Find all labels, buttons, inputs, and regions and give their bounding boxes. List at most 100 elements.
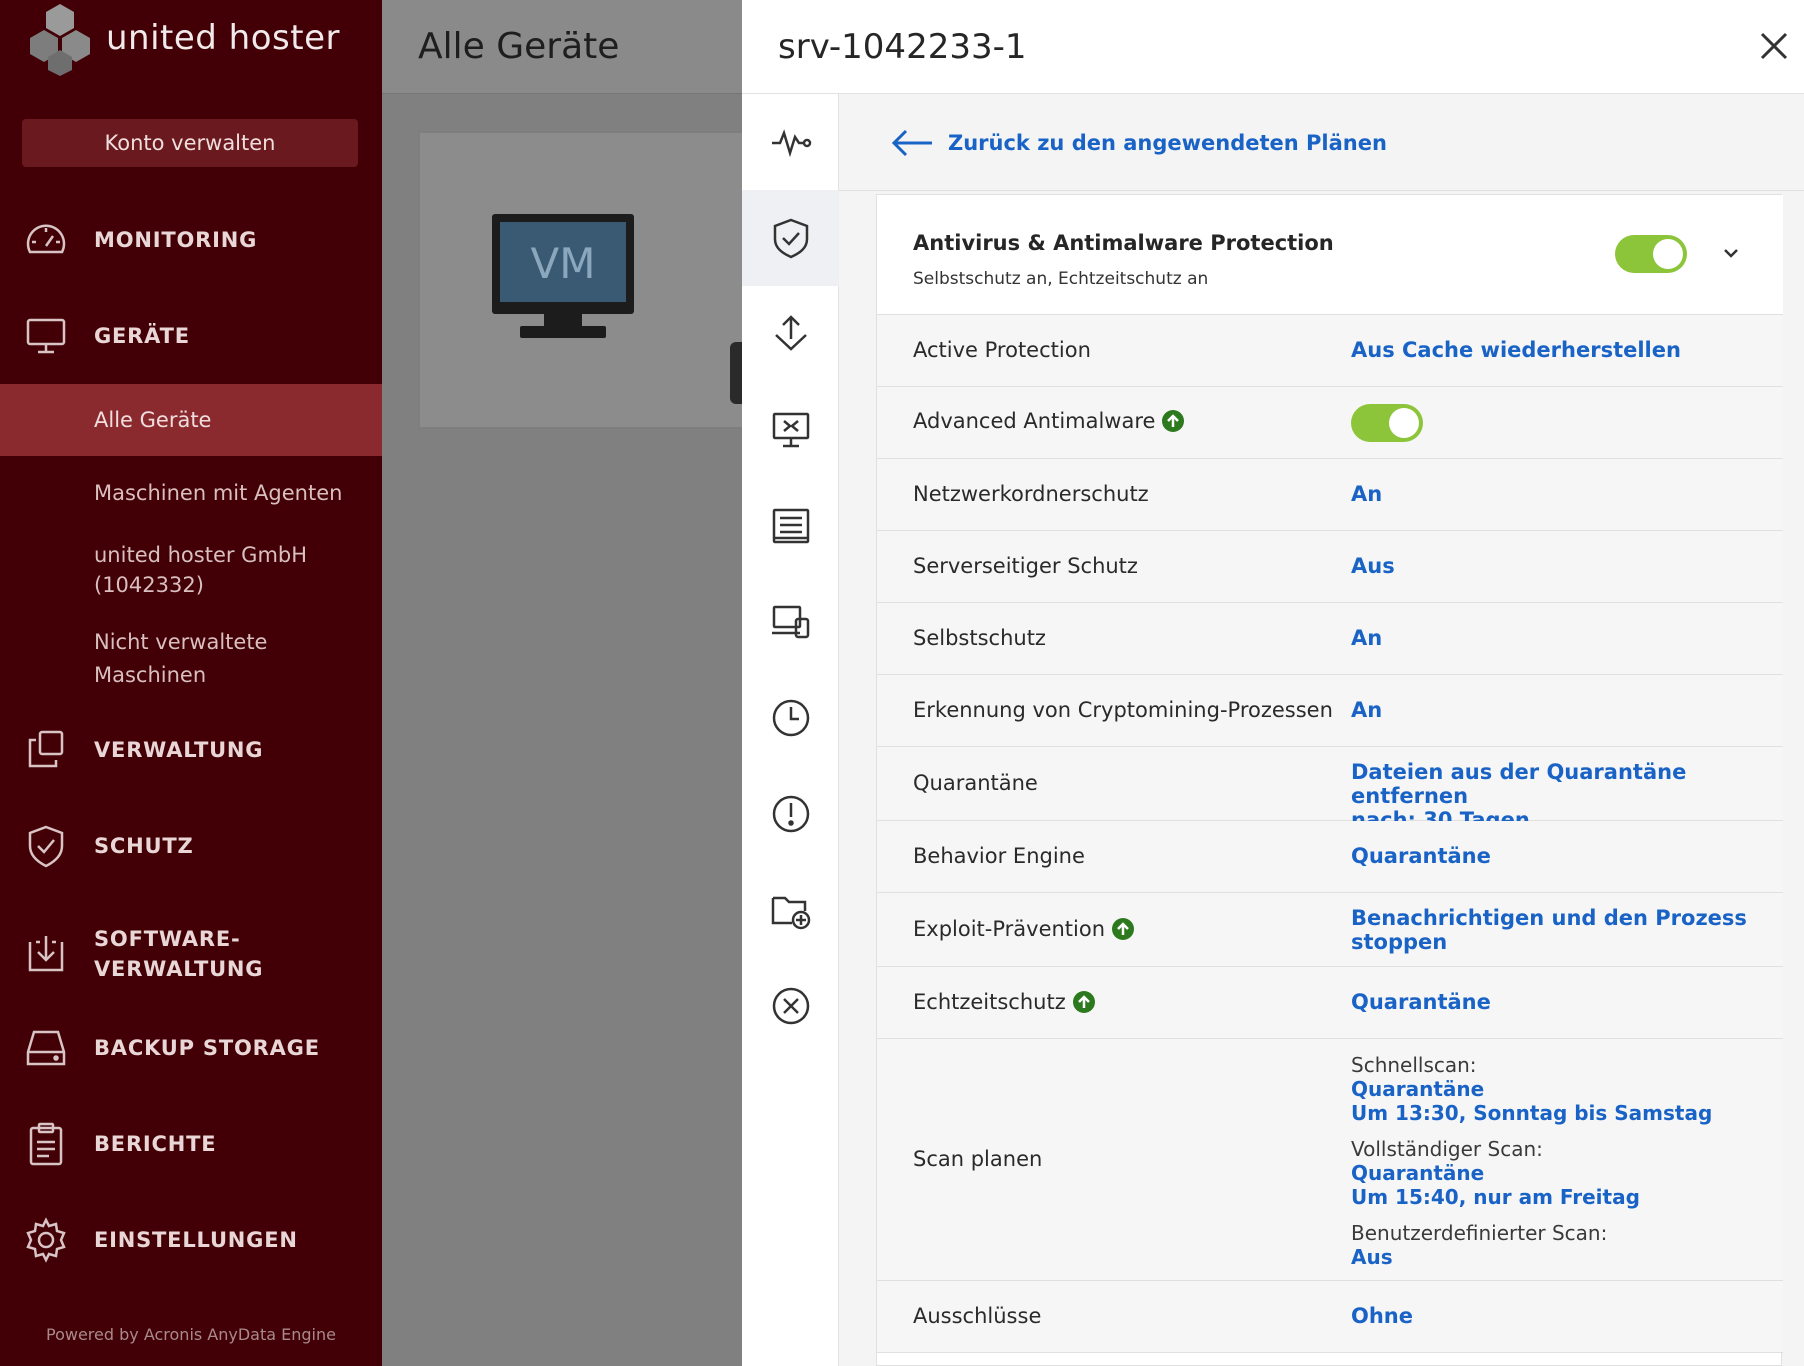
nav-geraete-label: GERÄTE	[94, 324, 190, 348]
setting-value-link[interactable]: Ohne	[1351, 1304, 1761, 1328]
upgrade-arrow-icon[interactable]	[1161, 409, 1185, 433]
setting-row-behavior-engine[interactable]: Behavior Engine Quarantäne	[877, 821, 1783, 893]
page-header: Alle Geräte	[382, 0, 742, 94]
setting-row-server-side[interactable]: Serverseitiger Schutz Aus	[877, 531, 1783, 603]
tab-recovery[interactable]	[742, 286, 839, 382]
sidebar-item-organization[interactable]: united hoster GmbH (1042332)	[0, 540, 382, 600]
arrow-left-icon	[891, 129, 932, 157]
sidebar-item-unmanaged[interactable]: Nicht verwaltete Maschinen	[0, 626, 382, 692]
panel-title: srv-1042233-1	[778, 27, 1027, 67]
advanced-antimalware-toggle[interactable]	[1351, 404, 1423, 442]
nav-einstellungen-label: EINSTELLUNGEN	[94, 1228, 298, 1252]
monitor-icon	[26, 318, 66, 354]
setting-row-active-protection[interactable]: Active Protection Aus Cache wiederherste…	[877, 315, 1783, 387]
setting-value-link[interactable]: Aus Cache wiederherstellen	[1351, 338, 1761, 362]
sidebar-item-label: Nicht verwaltete	[94, 630, 268, 654]
tab-protection[interactable]	[742, 190, 839, 286]
setting-label: Scan planen	[913, 1147, 1043, 1171]
nav-verwaltung[interactable]: VERWALTUNG	[0, 726, 382, 774]
nav-schutz-label: SCHUTZ	[94, 834, 194, 858]
circle-x-icon	[772, 987, 809, 1025]
partial-button[interactable]	[730, 342, 742, 404]
full-scan-action[interactable]: Quarantäne	[1351, 1161, 1771, 1185]
setting-value-link[interactable]: Aus	[1351, 554, 1761, 578]
scan-schedule-details[interactable]: Schnellscan: Quarantäne Um 13:30, Sonnta…	[1351, 1053, 1771, 1269]
activity-pulse-icon	[771, 129, 811, 158]
custom-scan-value[interactable]: Aus	[1351, 1245, 1771, 1269]
tab-inventory[interactable]	[742, 574, 839, 670]
setting-value-line: stoppen	[1351, 930, 1448, 954]
panel-icon-rail	[742, 94, 839, 1366]
setting-row-exclusions[interactable]: Ausschlüsse Ohne	[877, 1281, 1783, 1353]
setting-value-link[interactable]: Benachrichtigen und den Prozess stoppen	[1351, 906, 1761, 954]
nav-einstellungen[interactable]: EINSTELLUNGEN	[0, 1216, 382, 1264]
setting-row-realtime[interactable]: Echtzeitschutz Quarantäne	[877, 967, 1783, 1039]
sidebar-item-all-devices[interactable]: Alle Geräte	[0, 384, 382, 456]
panel-header: srv-1042233-1	[742, 0, 1804, 94]
chevron-down-icon[interactable]	[1719, 241, 1743, 265]
nav-software-label-2: VERWALTUNG	[94, 957, 264, 981]
tab-alerts[interactable]	[742, 766, 839, 862]
sidebar-item-label: Maschinen mit Agenten	[94, 481, 343, 505]
setting-value-link[interactable]: Quarantäne	[1351, 844, 1761, 868]
tab-details[interactable]	[742, 478, 839, 574]
sidebar-item-agents[interactable]: Maschinen mit Agenten	[0, 478, 382, 508]
upgrade-arrow-icon[interactable]	[1111, 917, 1135, 941]
upgrade-arrow-icon[interactable]	[1072, 990, 1096, 1014]
nav-berichte-label: BERICHTE	[94, 1132, 217, 1156]
setting-row-scan-schedule[interactable]: Scan planen Schnellscan: Quarantäne Um 1…	[877, 1039, 1783, 1281]
nav-schutz[interactable]: SCHUTZ	[0, 822, 382, 870]
tab-add-to-group[interactable]	[742, 862, 839, 958]
setting-row-advanced-antimalware[interactable]: Advanced Antimalware	[877, 387, 1783, 459]
setting-label: Echtzeitschutz	[913, 990, 1066, 1014]
remote-desktop-icon	[772, 412, 809, 448]
page-title: Alle Geräte	[418, 26, 620, 67]
setting-row-exploit-prevention[interactable]: Exploit-Prävention Benachrichtigen und d…	[877, 893, 1783, 967]
setting-label: Advanced Antimalware	[913, 409, 1156, 433]
setting-value-link[interactable]: An	[1351, 626, 1761, 650]
card-subtitle: Selbstschutz an, Echtzeitschutz an	[913, 269, 1209, 289]
nav-backup-storage[interactable]: BACKUP STORAGE	[0, 1024, 382, 1072]
logo[interactable]: united hoster	[22, 0, 340, 76]
setting-label: Selbstschutz	[913, 626, 1046, 650]
vm-monitor-icon: VM	[492, 214, 634, 338]
full-scan-time[interactable]: Um 15:40, nur am Freitag	[1351, 1185, 1771, 1209]
antivirus-toggle[interactable]	[1615, 235, 1687, 273]
setting-row-cryptomining[interactable]: Erkennung von Cryptomining-Prozessen An	[877, 675, 1783, 747]
quick-scan-time[interactable]: Um 13:30, Sonntag bis Samstag	[1351, 1101, 1771, 1125]
setting-value-line: Dateien aus der Quarantäne entfernen	[1351, 760, 1687, 808]
nav-geraete[interactable]: GERÄTE	[0, 312, 382, 360]
layers-icon	[28, 730, 64, 768]
setting-row-network-folder[interactable]: Netzwerkordnerschutz An	[877, 459, 1783, 531]
back-to-plans-link[interactable]: Zurück zu den angewendeten Plänen	[890, 128, 1387, 158]
alert-circle-icon	[772, 795, 809, 833]
tab-activity[interactable]	[742, 94, 839, 190]
close-icon[interactable]	[1754, 26, 1794, 66]
nav-software-label-1: SOFTWARE-	[94, 927, 241, 951]
sidebar: united hoster Konto verwalten MONITORING…	[0, 0, 382, 1366]
shield-icon	[28, 825, 64, 868]
setting-value-link[interactable]: An	[1351, 482, 1761, 506]
nav-berichte[interactable]: BERICHTE	[0, 1120, 382, 1168]
card-title: Antivirus & Antimalware Protection	[913, 231, 1334, 255]
setting-value-link[interactable]: Quarantäne	[1351, 990, 1761, 1014]
logo-icon	[30, 4, 90, 76]
setting-row-quarantine[interactable]: Quarantäne Dateien aus der Quarantäne en…	[877, 747, 1783, 832]
logo-text: united hoster	[106, 18, 340, 58]
manage-account-button[interactable]: Konto verwalten	[22, 119, 358, 167]
quick-scan-action[interactable]: Quarantäne	[1351, 1077, 1771, 1101]
setting-value-link[interactable]: An	[1351, 698, 1761, 722]
vm-label: VM	[531, 239, 596, 288]
tab-history[interactable]	[742, 670, 839, 766]
tab-delete[interactable]	[742, 958, 839, 1054]
nav-softwareverwaltung[interactable]: SOFTWARE- VERWALTUNG	[0, 924, 382, 984]
setting-label: Quarantäne	[913, 771, 1038, 795]
antivirus-protection-card: Antivirus & Antimalware Protection Selbs…	[876, 194, 1783, 1366]
nav-backup-label: BACKUP STORAGE	[94, 1036, 320, 1060]
shield-check-icon	[773, 218, 808, 259]
nav-monitoring[interactable]: MONITORING	[0, 216, 382, 264]
setting-row-self-protection[interactable]: Selbstschutz An	[877, 603, 1783, 675]
clipboard-report-icon	[29, 1122, 63, 1166]
powered-by-text: Powered by Acronis AnyData Engine	[46, 1325, 336, 1344]
tab-remote-desktop[interactable]	[742, 382, 839, 478]
